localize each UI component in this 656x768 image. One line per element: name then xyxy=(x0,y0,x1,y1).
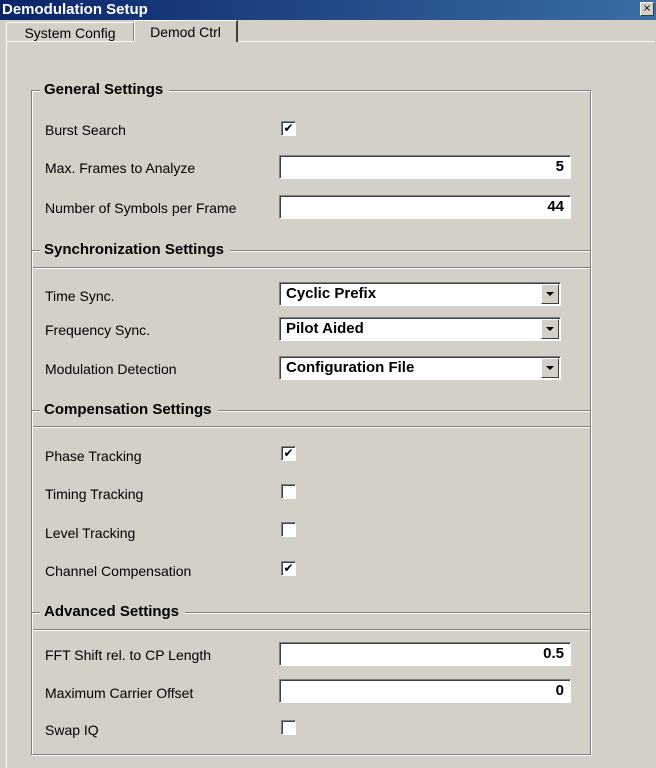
compensation-settings-group: Compensation Settings Phase Tracking ✔ T… xyxy=(31,400,591,630)
max-frames-label: Max. Frames to Analyze xyxy=(45,160,196,176)
general-settings-title: General Settings xyxy=(40,80,170,100)
level-tracking-label: Level Tracking xyxy=(45,525,136,541)
advanced-settings-group: Advanced Settings FFT Shift rel. to CP L… xyxy=(31,602,591,755)
close-button[interactable]: × xyxy=(640,2,654,16)
title-bar: Demodulation Setup × xyxy=(0,0,656,20)
compensation-settings-title: Compensation Settings xyxy=(40,400,218,420)
max-carrier-offset-input[interactable]: 0 xyxy=(279,679,571,703)
max-carrier-offset-label: Maximum Carrier Offset xyxy=(45,685,194,701)
burst-search-label: Burst Search xyxy=(45,122,126,138)
channel-comp-label: Channel Compensation xyxy=(45,563,192,579)
freq-sync-value: Pilot Aided xyxy=(286,320,364,337)
tab-system-config[interactable]: System Config xyxy=(6,22,134,42)
time-sync-value: Cyclic Prefix xyxy=(286,285,377,302)
symbols-per-frame-input[interactable]: 44 xyxy=(279,195,571,219)
timing-tracking-label: Timing Tracking xyxy=(45,486,144,502)
fft-shift-input[interactable]: 0.5 xyxy=(279,642,571,666)
tab-demod-ctrl[interactable]: Demod Ctrl xyxy=(134,20,238,42)
burst-search-checkbox[interactable]: ✔ xyxy=(281,121,296,136)
time-sync-select[interactable]: Cyclic Prefix xyxy=(279,282,561,306)
sync-settings-title: Synchronization Settings xyxy=(40,240,231,260)
swap-iq-label: Swap IQ xyxy=(45,722,99,738)
channel-comp-checkbox[interactable]: ✔ xyxy=(281,561,296,576)
chevron-down-icon[interactable] xyxy=(541,358,559,378)
fft-shift-label: FFT Shift rel. to CP Length xyxy=(45,647,212,663)
mod-detect-label: Modulation Detection xyxy=(45,361,177,377)
mod-detect-value: Configuration File xyxy=(286,359,415,376)
advanced-settings-title: Advanced Settings xyxy=(40,602,186,622)
tab-panel: General Settings Burst Search ✔ Max. Fra… xyxy=(6,41,654,768)
timing-tracking-checkbox[interactable] xyxy=(281,484,296,499)
chevron-down-icon[interactable] xyxy=(541,319,559,339)
window-title: Demodulation Setup xyxy=(2,1,148,18)
symbols-per-frame-label: Number of Symbols per Frame xyxy=(45,200,237,216)
level-tracking-checkbox[interactable] xyxy=(281,522,296,537)
phase-tracking-checkbox[interactable]: ✔ xyxy=(281,446,296,461)
freq-sync-select[interactable]: Pilot Aided xyxy=(279,317,561,341)
swap-iq-checkbox[interactable] xyxy=(281,720,296,735)
time-sync-label: Time Sync. xyxy=(45,288,115,304)
chevron-down-icon[interactable] xyxy=(541,284,559,304)
mod-detect-select[interactable]: Configuration File xyxy=(279,356,561,380)
phase-tracking-label: Phase Tracking xyxy=(45,448,142,464)
max-frames-input[interactable]: 5 xyxy=(279,155,571,179)
freq-sync-label: Frequency Sync. xyxy=(45,322,151,338)
